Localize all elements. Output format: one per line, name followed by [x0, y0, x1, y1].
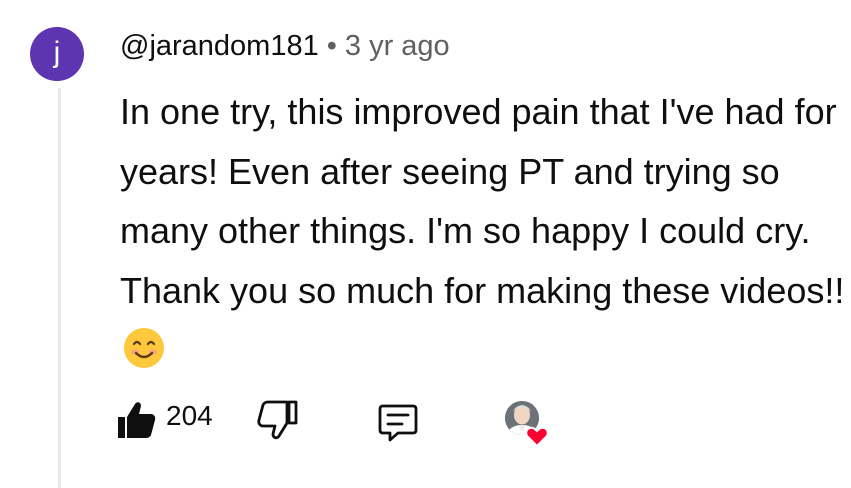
avatar-letter: j — [53, 36, 61, 69]
author-handle[interactable]: @jarandom181 — [120, 30, 319, 62]
separator-dot: • — [326, 30, 337, 62]
smiling-face-icon — [124, 328, 164, 368]
like-count: 204 — [166, 400, 213, 431]
thumbs-up-filled-icon[interactable] — [114, 398, 158, 442]
comment-text: In one try, this improved pain that I've… — [120, 91, 845, 311]
avatar[interactable]: j — [30, 27, 84, 81]
creator-heart-badge-icon[interactable] — [498, 394, 554, 450]
thread-line — [58, 88, 61, 488]
thumbs-down-icon[interactable] — [256, 398, 300, 442]
comment-header: @jarandom181 • 3 yr ago — [120, 30, 450, 63]
reply-comment-icon[interactable] — [376, 400, 420, 444]
comment-age[interactable]: 3 yr ago — [345, 30, 450, 62]
comment-body: In one try, this improved pain that I've… — [120, 82, 851, 380]
